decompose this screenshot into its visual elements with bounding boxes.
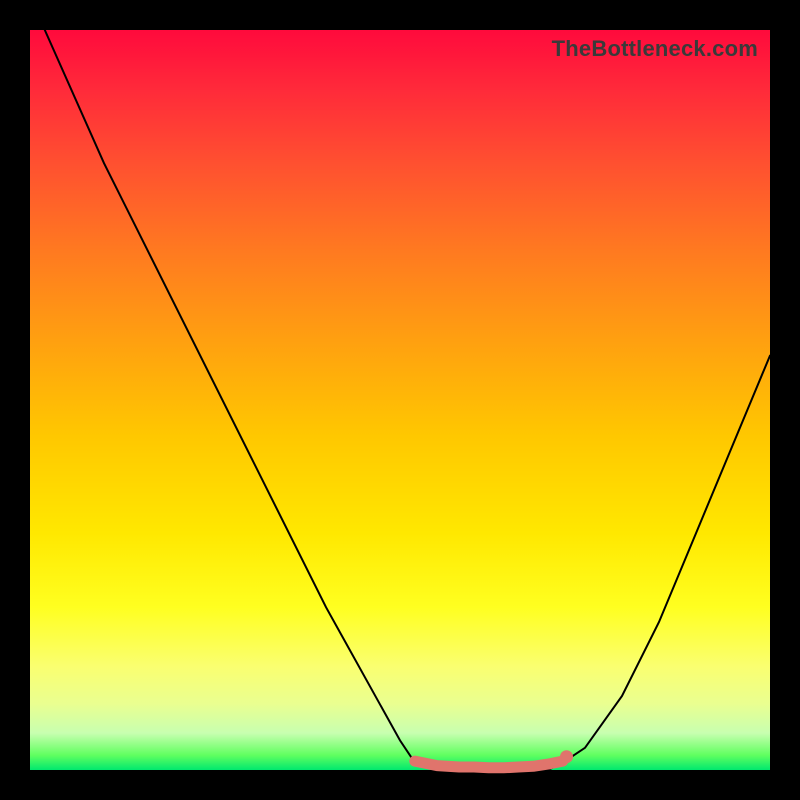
chart-frame: TheBottleneck.com [0, 0, 800, 800]
main-curve-path [45, 30, 770, 770]
plot-area: TheBottleneck.com [30, 30, 770, 770]
highlight-end-dot [560, 750, 573, 763]
highlight-path [415, 761, 563, 768]
watermark-label: TheBottleneck.com [552, 36, 758, 62]
chart-svg [30, 30, 770, 770]
